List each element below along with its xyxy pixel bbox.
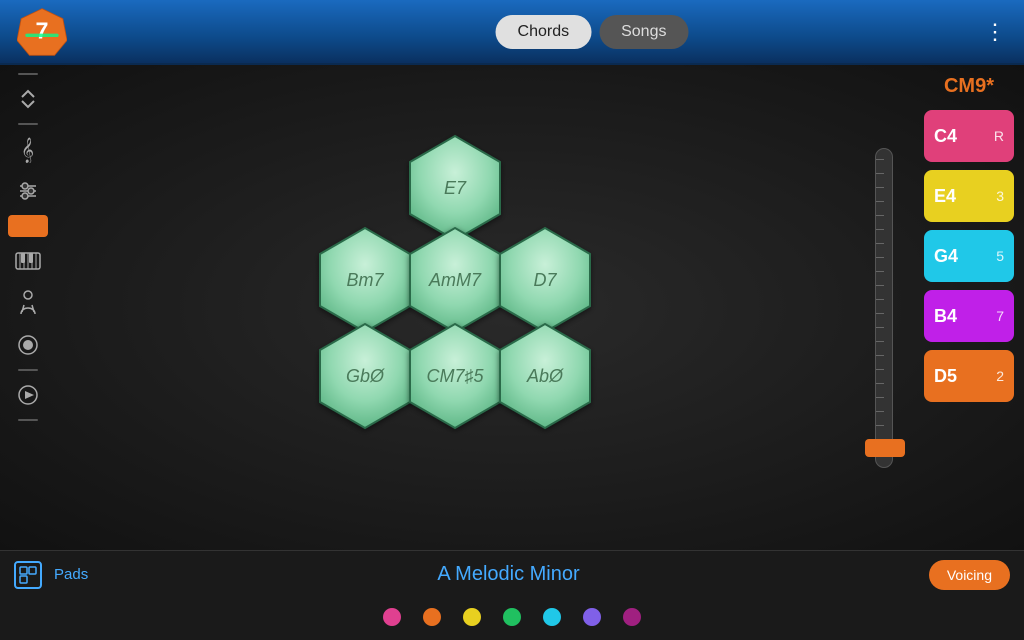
menu-icon[interactable]: ⋮ [984, 19, 1008, 45]
record-icon[interactable] [10, 327, 46, 363]
orange-sidebar-button[interactable] [8, 215, 48, 237]
piano-icon[interactable] [10, 243, 46, 279]
performer-icon[interactable] [10, 285, 46, 321]
slider-thumb[interactable] [865, 439, 905, 457]
dot-yellow[interactable] [463, 608, 481, 626]
note-num-c4: R [994, 128, 1004, 144]
play-icon[interactable] [10, 377, 46, 413]
dot-cyan[interactable] [543, 608, 561, 626]
chord-title: CM9* [944, 75, 994, 98]
note-name-b4: B4 [934, 306, 957, 327]
hex-grid: E7 Bm7 AmM7 D7 GbØ CM7♯5 AbØ [245, 118, 665, 498]
note-name-e4: E4 [934, 186, 956, 207]
svg-text:E7: E7 [443, 178, 466, 198]
pads-label: Pads [54, 566, 88, 583]
note-card-b4[interactable]: B4 7 [924, 290, 1014, 342]
left-sidebar: 𝄞 [0, 65, 55, 550]
up-down-icon[interactable] [10, 81, 46, 117]
bottom-controls: Pads A Melodic Minor Voicing [0, 551, 1024, 598]
songs-button[interactable]: Songs [599, 15, 688, 49]
dot-orange[interactable] [423, 608, 441, 626]
note-card-g4[interactable]: G4 5 [924, 230, 1014, 282]
hex-svg: E7 Bm7 AmM7 D7 GbØ CM7♯5 AbØ [245, 118, 665, 508]
svg-text:CM7♯5: CM7♯5 [426, 366, 484, 386]
slider-track[interactable] [875, 148, 893, 468]
chords-button[interactable]: Chords [496, 15, 592, 49]
svg-text:AbØ: AbØ [525, 366, 563, 386]
bottom-bar: Pads A Melodic Minor Voicing [0, 550, 1024, 640]
note-name-d5: D5 [934, 366, 957, 387]
dot-green[interactable] [503, 608, 521, 626]
note-card-e4[interactable]: E4 3 [924, 170, 1014, 222]
pads-icon[interactable] [14, 561, 42, 589]
clef-icon[interactable]: 𝄞 [10, 131, 46, 167]
volume-slider-area [854, 65, 914, 550]
note-num-b4: 7 [996, 308, 1004, 324]
voicing-button[interactable]: Voicing [929, 560, 1010, 590]
svg-text:GbØ: GbØ [345, 366, 384, 386]
scale-name: A Melodic Minor [100, 563, 917, 586]
svg-text:Bm7: Bm7 [346, 270, 384, 290]
app-header: 7 Chords Songs ⋮ [0, 0, 1024, 65]
note-name-g4: G4 [934, 246, 958, 267]
note-num-d5: 2 [996, 368, 1004, 384]
sidebar-dash-4 [18, 419, 38, 421]
svg-text:7: 7 [36, 17, 49, 43]
mixer-icon[interactable] [10, 173, 46, 209]
sidebar-dash-2 [18, 123, 38, 125]
svg-text:𝄞: 𝄞 [21, 137, 34, 163]
main-area: 𝄞 [0, 65, 1024, 550]
sidebar-dash-1 [18, 73, 38, 75]
dot-pink[interactable] [383, 608, 401, 626]
chord-notes-panel: CM9* C4 R E4 3 G4 5 B4 7 D5 2 [914, 65, 1024, 550]
note-card-d5[interactable]: D5 2 [924, 350, 1014, 402]
header-nav: Chords Songs [496, 15, 689, 49]
note-num-e4: 3 [996, 188, 1004, 204]
app-logo[interactable]: 7 [16, 6, 68, 58]
note-name-c4: C4 [934, 126, 957, 147]
dot-purple[interactable] [583, 608, 601, 626]
note-num-g4: 5 [996, 248, 1004, 264]
note-card-c4[interactable]: C4 R [924, 110, 1014, 162]
color-dots-row [0, 598, 1024, 640]
dot-dark-purple[interactable] [623, 608, 641, 626]
sidebar-dash-3 [18, 369, 38, 371]
svg-text:D7: D7 [533, 270, 557, 290]
svg-text:AmM7: AmM7 [427, 270, 481, 290]
hex-grid-area: E7 Bm7 AmM7 D7 GbØ CM7♯5 AbØ [55, 65, 854, 550]
